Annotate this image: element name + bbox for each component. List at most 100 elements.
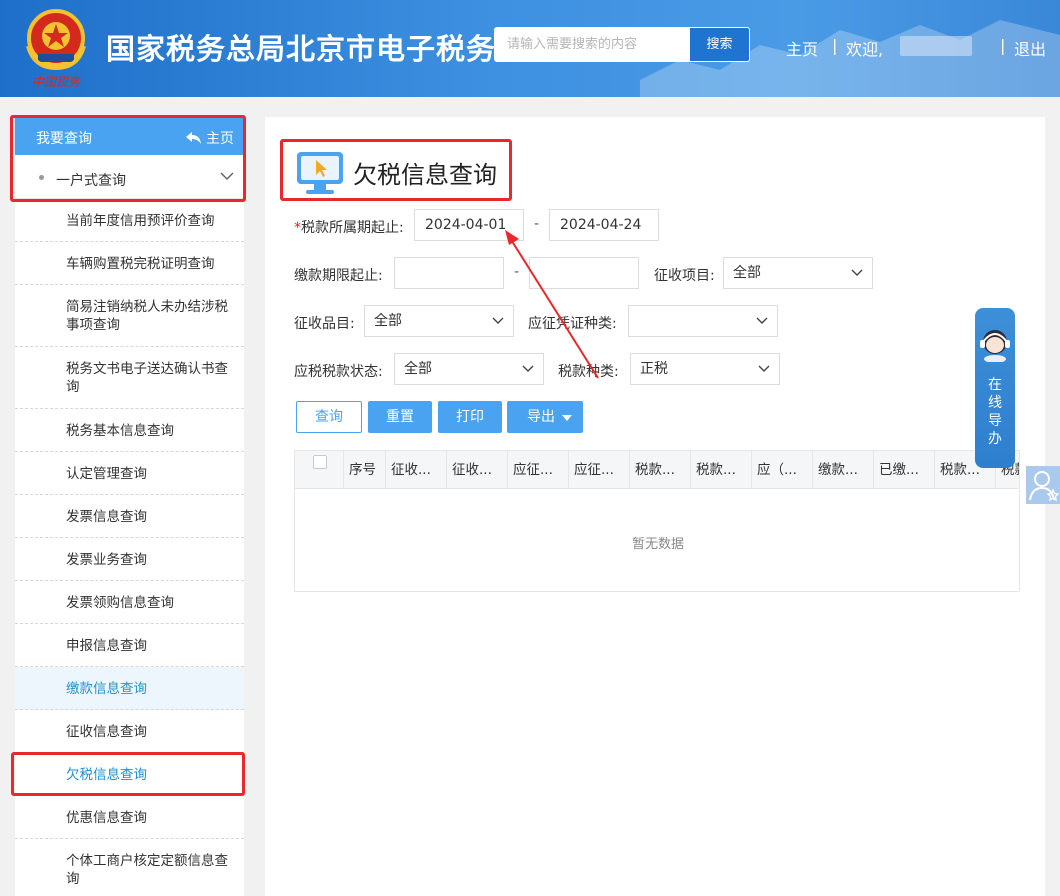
sidebar-item-label: 当前年度信用预评价查询: [66, 213, 215, 229]
sidebar-item-label: 税务文书电子送达确认书查询: [66, 361, 228, 395]
sidebar-item[interactable]: 申报信息查询: [15, 624, 244, 667]
voucher-type-select[interactable]: [628, 305, 778, 337]
sidebar-item[interactable]: 发票业务查询: [15, 538, 244, 581]
site-title: 国家税务总局北京市电子税务: [106, 32, 497, 66]
bullet-icon: [39, 175, 44, 180]
online-guide-char: 在: [988, 377, 1002, 393]
monitor-cursor-icon: [297, 152, 343, 194]
tax-status-label: 应税税款状态:: [294, 364, 383, 380]
levy-item-value: 全部: [733, 265, 761, 281]
chevron-down-icon: [756, 317, 768, 324]
tax-type-value: 正税: [640, 361, 668, 377]
online-guide-char: 线: [988, 395, 1002, 411]
search-input[interactable]: [495, 28, 691, 61]
sidebar-item-label: 发票领购信息查询: [66, 595, 174, 611]
sidebar-item[interactable]: 发票信息查询: [15, 495, 244, 538]
sidebar-item[interactable]: 简易注销纳税人未办结涉税事项查询: [15, 285, 244, 347]
levy-item-select[interactable]: 全部: [723, 257, 873, 289]
customer-service-icon: [980, 330, 1010, 362]
sidebar-group-household-query[interactable]: 一户式查询: [15, 155, 244, 199]
column-header[interactable]: 序号: [343, 451, 385, 489]
tax-period-start-input[interactable]: 2024-04-01: [414, 209, 524, 241]
nav-separator: |: [832, 36, 838, 55]
column-header[interactable]: 应（...: [751, 451, 812, 489]
nav-logout-link[interactable]: 退出: [1014, 36, 1046, 60]
column-header[interactable]: 应征...: [568, 451, 629, 489]
sidebar-item[interactable]: 个体工商户核定定额信息查询: [15, 839, 244, 896]
empty-state-text: 暂无数据: [631, 537, 684, 552]
page-title: 欠税信息查询: [353, 161, 497, 189]
tax-period-label: *税款所属期起止:: [294, 217, 404, 237]
tax-period-end-input[interactable]: 2024-04-24: [549, 209, 659, 241]
sidebar-item-payment-query[interactable]: 缴款信息查询: [15, 667, 244, 710]
sidebar-item-label: 发票信息查询: [66, 509, 147, 525]
user-favorite-edge-icon[interactable]: [1026, 466, 1060, 504]
sidebar-title: 我要查询: [36, 131, 92, 147]
online-guide-char: 办: [988, 431, 1002, 447]
select-all-checkbox[interactable]: [313, 455, 327, 469]
select-all-cell: [295, 451, 343, 489]
user-star-icon: [1029, 471, 1060, 502]
online-guide-char: 导: [988, 413, 1002, 429]
range-dash: -: [534, 216, 540, 232]
sidebar-item-label: 车辆购置税完税证明查询: [66, 256, 215, 272]
search-bar: 搜索: [494, 27, 750, 62]
payment-deadline-start-input[interactable]: [394, 257, 504, 289]
sidebar-item-overdue-tax-query[interactable]: 欠税信息查询: [15, 753, 244, 796]
sidebar-item[interactable]: 征收信息查询: [15, 710, 244, 753]
chevron-down-icon: [851, 269, 863, 276]
sidebar-item-label: 征收信息查询: [66, 724, 147, 740]
tax-status-select[interactable]: 全部: [394, 353, 544, 385]
query-button[interactable]: 查询: [296, 401, 362, 433]
sidebar-group-label: 一户式查询: [56, 173, 126, 189]
caret-down-icon: [562, 415, 572, 421]
chevron-down-icon: [492, 317, 504, 324]
reset-button[interactable]: 重置: [368, 401, 432, 433]
chevron-down-icon: [758, 365, 770, 372]
sidebar-item-label: 缴款信息查询: [66, 681, 147, 697]
sidebar-item[interactable]: 税务基本信息查询: [15, 409, 244, 452]
online-guide-label: 在 线 导 办: [975, 376, 1015, 448]
nav-separator: |: [1000, 36, 1006, 55]
sidebar-item-label: 简易注销纳税人未办结涉税事项查询: [66, 299, 228, 333]
back-arrow-icon: [186, 132, 201, 144]
column-header[interactable]: 已缴...: [873, 451, 934, 489]
search-button[interactable]: 搜索: [690, 28, 749, 61]
column-header[interactable]: 应征...: [507, 451, 568, 489]
sidebar-item[interactable]: 税务文书电子送达确认书查询: [15, 347, 244, 409]
nav-home-link[interactable]: 主页: [786, 36, 818, 60]
sidebar-item[interactable]: 当前年度信用预评价查询: [15, 199, 244, 242]
levy-subitem-value: 全部: [374, 313, 402, 329]
export-label: 导出: [527, 409, 555, 425]
sidebar-header: 我要查询 主页: [15, 117, 244, 155]
column-header[interactable]: 税款...: [690, 451, 751, 489]
sidebar-home-link[interactable]: 主页: [186, 128, 234, 148]
tax-type-label: 税款种类:: [558, 364, 619, 380]
tax-status-value: 全部: [404, 361, 432, 377]
sidebar-item-label: 认定管理查询: [66, 466, 147, 482]
sidebar-item[interactable]: 认定管理查询: [15, 452, 244, 495]
levy-item-label: 征收项目:: [654, 268, 715, 284]
sidebar-item-label: 欠税信息查询: [66, 767, 147, 783]
voucher-type-label: 应征凭证种类:: [528, 316, 617, 332]
sidebar-item[interactable]: 车辆购置税完税证明查询: [15, 242, 244, 285]
nav-welcome: 欢迎,: [846, 40, 884, 59]
column-header[interactable]: 缴款...: [812, 451, 873, 489]
levy-subitem-select[interactable]: 全部: [364, 305, 514, 337]
export-button[interactable]: 导出: [507, 401, 583, 433]
sidebar-item[interactable]: 发票领购信息查询: [15, 581, 244, 624]
column-header[interactable]: 征收...: [385, 451, 446, 489]
print-button[interactable]: 打印: [438, 401, 502, 433]
column-header[interactable]: 征收...: [446, 451, 507, 489]
chevron-down-icon: [220, 172, 234, 181]
column-header[interactable]: 税款...: [629, 451, 690, 489]
sidebar-item[interactable]: 优惠信息查询: [15, 796, 244, 839]
online-guide-widget[interactable]: 在 线 导 办: [975, 308, 1015, 468]
levy-subitem-label: 征收品目:: [294, 316, 355, 332]
chevron-down-icon: [522, 365, 534, 372]
tax-type-select[interactable]: 正税: [630, 353, 780, 385]
range-dash: -: [514, 264, 520, 280]
payment-deadline-label: 缴款期限起止:: [294, 268, 383, 284]
sidebar-item-label: 税务基本信息查询: [66, 423, 174, 439]
payment-deadline-end-input[interactable]: [529, 257, 639, 289]
